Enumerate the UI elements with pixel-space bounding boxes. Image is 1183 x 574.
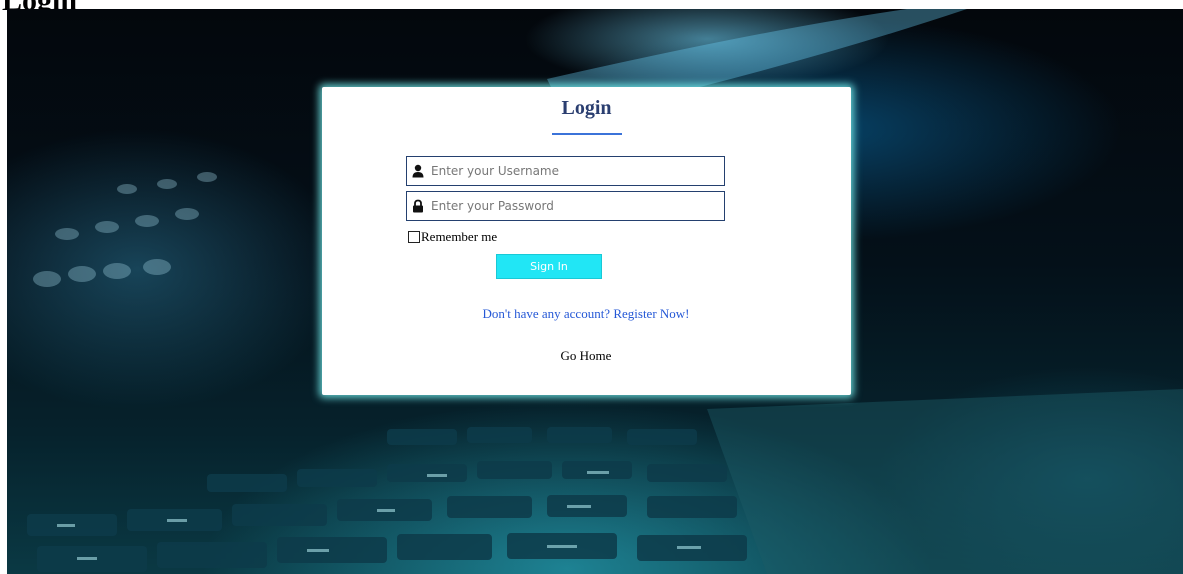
lock-icon bbox=[413, 199, 423, 213]
sign-in-button[interactable]: Sign In bbox=[496, 254, 602, 279]
go-home-link[interactable]: Go Home bbox=[322, 348, 850, 364]
title-underline bbox=[552, 133, 622, 135]
remember-me[interactable]: Remember me bbox=[408, 229, 497, 245]
password-field[interactable] bbox=[406, 191, 725, 221]
remember-me-checkbox[interactable] bbox=[408, 231, 420, 243]
login-title: Login bbox=[561, 97, 612, 119]
username-input[interactable] bbox=[431, 157, 721, 185]
username-field[interactable] bbox=[406, 156, 725, 186]
user-icon bbox=[412, 164, 424, 178]
register-link[interactable]: Don't have any account? Register Now! bbox=[322, 306, 850, 322]
password-input[interactable] bbox=[431, 192, 721, 220]
login-card: Login Remember me Sign In Don't have any… bbox=[322, 87, 851, 395]
remember-me-label: Remember me bbox=[421, 229, 498, 244]
